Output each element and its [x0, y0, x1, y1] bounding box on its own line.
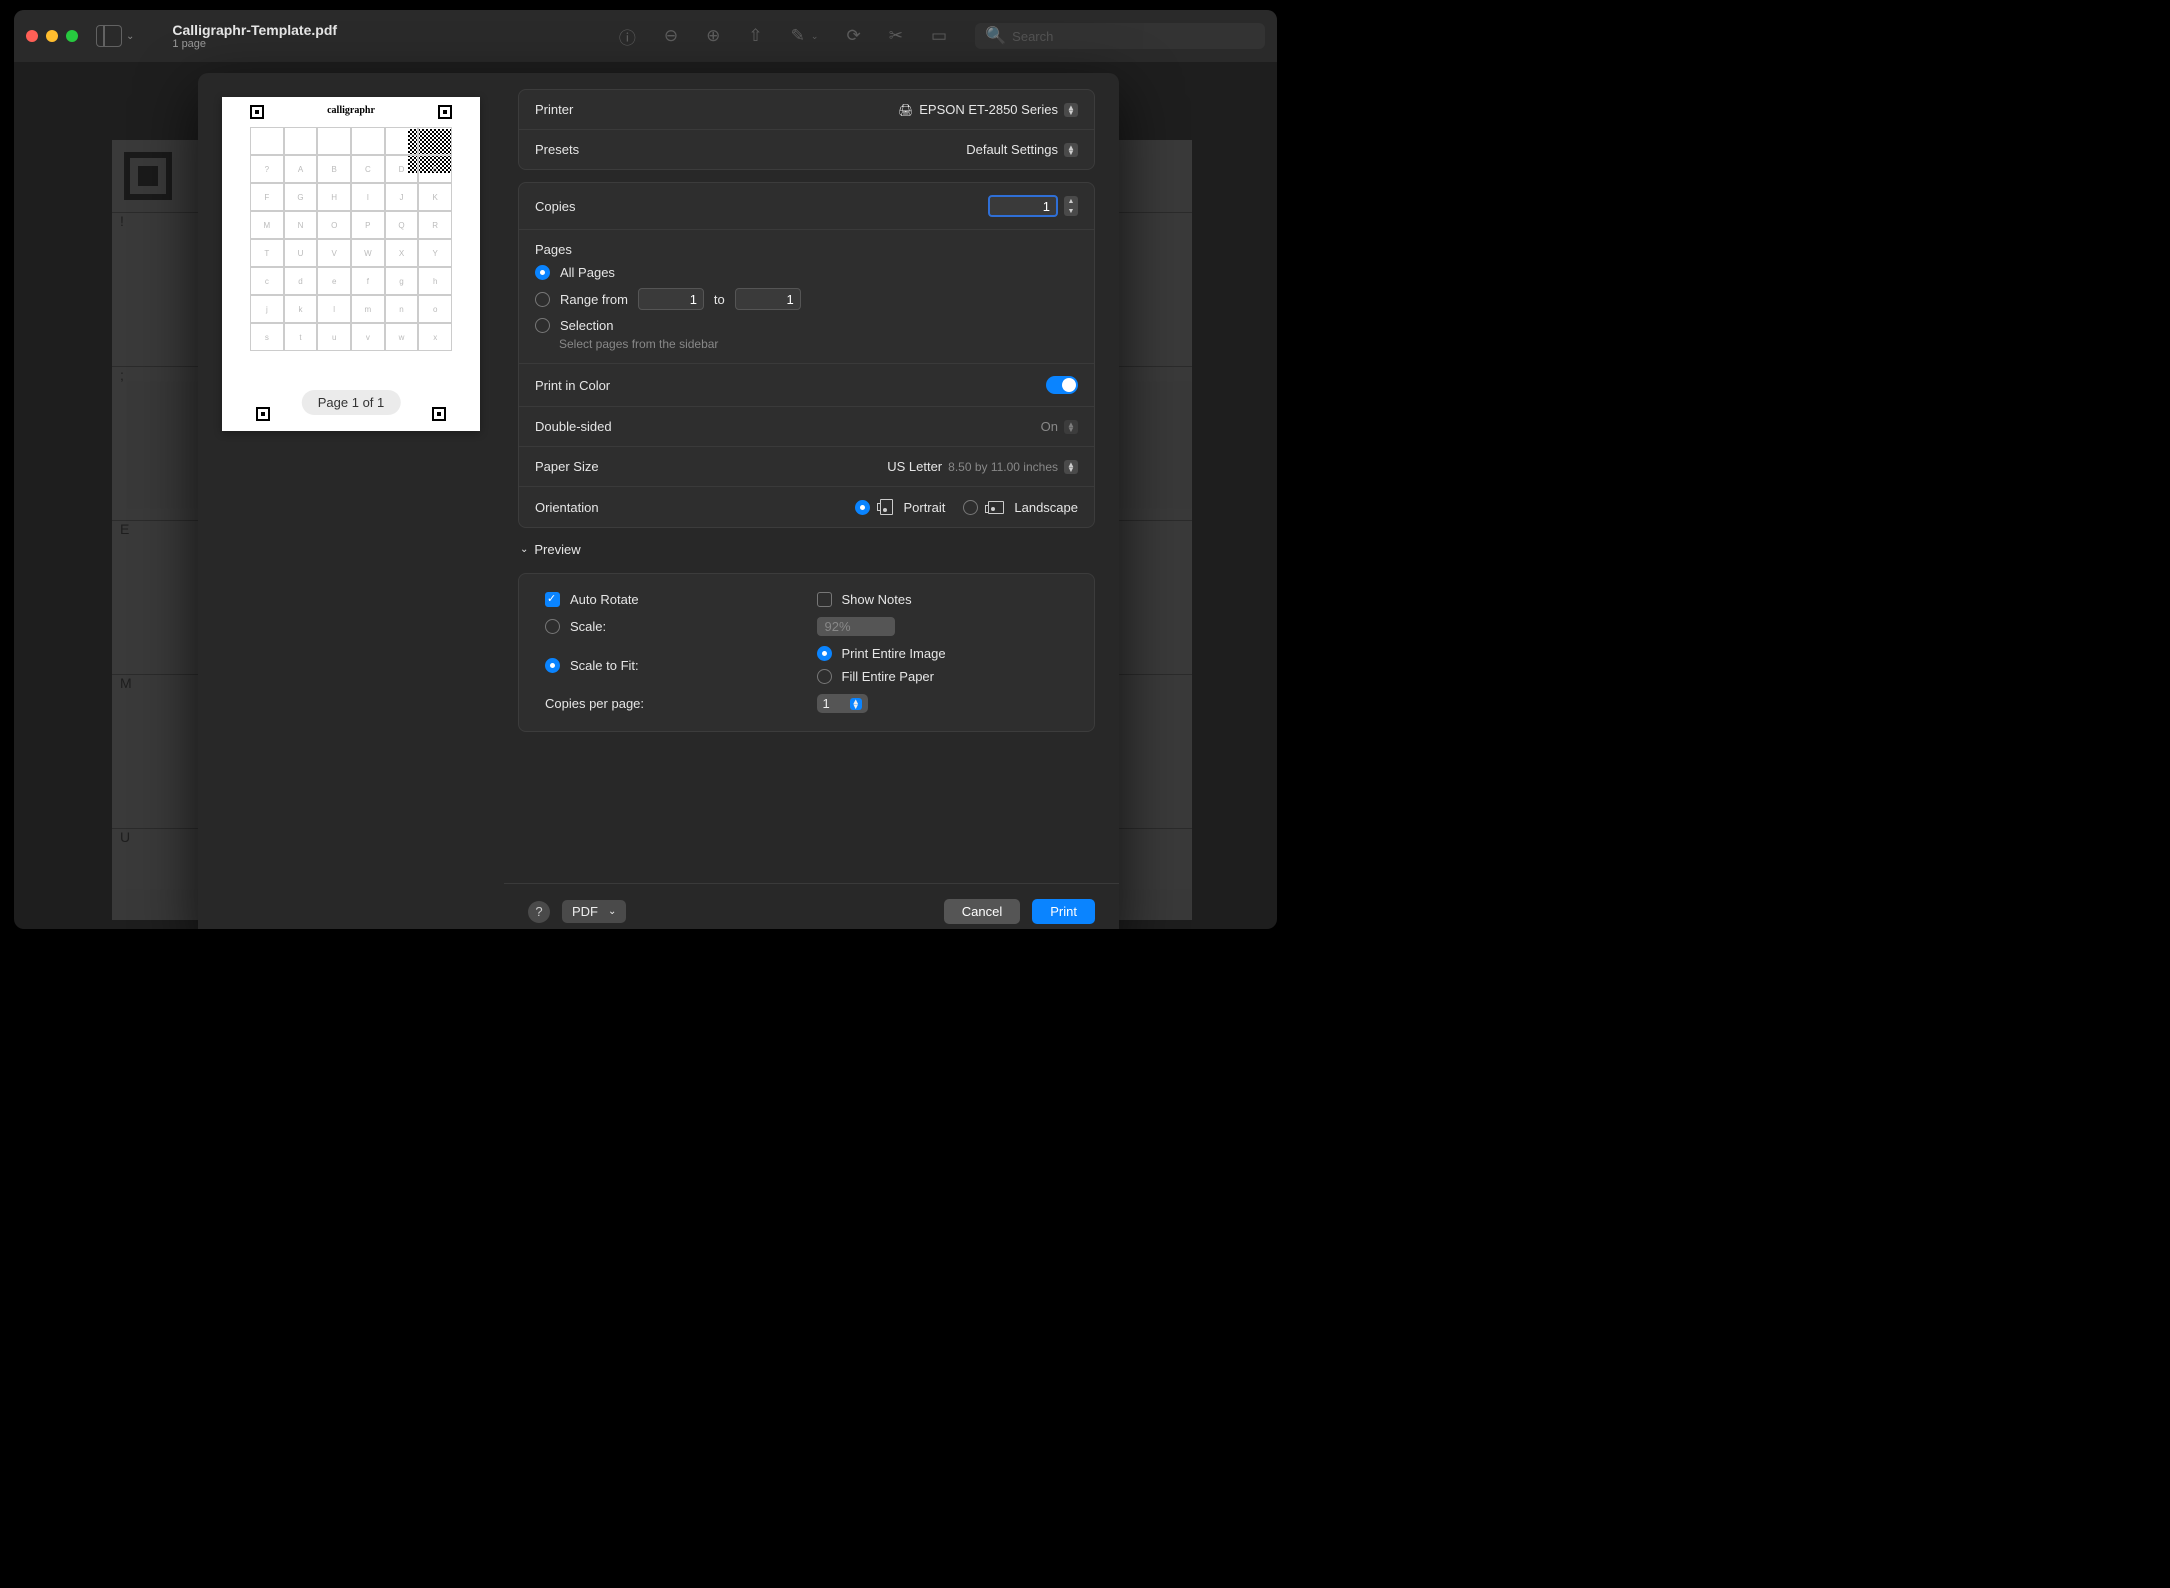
chevron-down-icon[interactable]: ⌄ [126, 31, 134, 42]
range-radio[interactable] [535, 292, 550, 307]
chevron-down-icon: ⌄ [520, 544, 528, 555]
show-notes-checkbox[interactable]: Show Notes [817, 592, 1069, 607]
form-icon[interactable]: ▭ [931, 26, 947, 46]
updown-icon: ▲▼ [1064, 460, 1078, 474]
double-sided-label: Double-sided [535, 419, 612, 434]
pdf-dropdown[interactable]: PDF⌄ [562, 900, 626, 923]
range-to-input[interactable] [735, 288, 801, 310]
preview-disclosure[interactable]: ⌄ Preview [518, 540, 1095, 561]
titlebar: ⌄ Calligraphr-Template.pdf 1 page ⓘ ⊖ ⊕ … [14, 10, 1277, 62]
printer-select[interactable]: 🖨 EPSON ET-2850 Series ▲▼ [898, 102, 1078, 117]
preview-card: Auto Rotate Show Notes Scale: 92% Scale … [518, 573, 1095, 732]
all-pages-radio[interactable]: All Pages [535, 265, 1078, 280]
scale-to-fit-radio[interactable]: Scale to Fit: [545, 646, 797, 684]
landscape-icon [988, 501, 1004, 514]
landscape-radio[interactable]: Landscape [963, 500, 1078, 515]
zoom-out-icon[interactable]: ⊖ [664, 26, 678, 46]
print-entire-image-radio[interactable]: Print Entire Image [817, 646, 1069, 661]
print-button[interactable]: Print [1032, 899, 1095, 924]
selection-hint: Select pages from the sidebar [559, 337, 1078, 351]
fullscreen-window-icon[interactable] [66, 30, 78, 42]
orientation-label: Orientation [535, 500, 599, 515]
color-label: Print in Color [535, 378, 610, 393]
window-title: Calligraphr-Template.pdf [172, 22, 337, 38]
share-icon[interactable]: ⇧ [748, 26, 762, 46]
minimize-window-icon[interactable] [46, 30, 58, 42]
fill-entire-paper-radio[interactable]: Fill Entire Paper [817, 669, 1069, 684]
range-from-input[interactable] [638, 288, 704, 310]
presets-select[interactable]: Default Settings ▲▼ [966, 142, 1078, 157]
dialog-footer: ? PDF⌄ Cancel Print [504, 883, 1119, 929]
double-sided-select[interactable]: On ▲▼ [1041, 419, 1078, 434]
zoom-in-icon[interactable]: ⊕ [706, 26, 720, 46]
close-window-icon[interactable] [26, 30, 38, 42]
printer-label: Printer [535, 102, 573, 117]
paper-size-label: Paper Size [535, 459, 599, 474]
page-thumbnail: calligraphr ?ABCDEFGHIJKMNOPQRTUVWXYcdef… [222, 97, 480, 431]
copies-label: Copies [535, 199, 575, 214]
app-window: ⌄ Calligraphr-Template.pdf 1 page ⓘ ⊖ ⊕ … [14, 10, 1277, 929]
search-icon: 🔍 [985, 26, 1006, 46]
search-input[interactable] [1012, 29, 1255, 44]
updown-icon: ▲▼ [1064, 420, 1078, 434]
window-subtitle: 1 page [172, 38, 337, 50]
search-field[interactable]: 🔍 [975, 23, 1265, 49]
cancel-button[interactable]: Cancel [944, 899, 1020, 924]
selection-radio[interactable]: Selection [535, 318, 1078, 333]
chevron-down-icon: ⌄ [608, 906, 616, 917]
pages-label: Pages [535, 242, 1078, 257]
sidebar-toggle-icon[interactable] [96, 25, 122, 47]
help-button[interactable]: ? [528, 901, 550, 923]
page-indicator: Page 1 of 1 [302, 390, 401, 415]
color-toggle[interactable] [1046, 376, 1078, 394]
traffic-lights [26, 30, 78, 42]
paper-size-select[interactable]: US Letter 8.50 by 11.00 inches ▲▼ [887, 459, 1078, 474]
auto-rotate-checkbox[interactable]: Auto Rotate [545, 592, 797, 607]
info-icon[interactable]: ⓘ [619, 24, 636, 49]
printer-presets-card: Printer 🖨 EPSON ET-2850 Series ▲▼ Preset… [518, 89, 1095, 170]
print-dialog: calligraphr ?ABCDEFGHIJKMNOPQRTUVWXYcdef… [198, 73, 1119, 929]
chevron-down-icon[interactable]: ⌄ [811, 31, 819, 42]
print-preview-pane: calligraphr ?ABCDEFGHIJKMNOPQRTUVWXYcdef… [198, 73, 504, 929]
crop-icon[interactable]: ✂ [889, 26, 903, 46]
updown-icon: ▲▼ [1064, 103, 1078, 117]
markup-icon[interactable]: ✎ [791, 26, 805, 46]
portrait-radio[interactable]: Portrait [855, 499, 945, 515]
copies-stepper[interactable]: ▲▼ [1064, 196, 1078, 216]
portrait-icon [880, 499, 893, 515]
copies-input[interactable] [988, 195, 1058, 217]
copies-per-page-select[interactable]: 1 ▲▼ [817, 694, 868, 713]
copies-per-page-label: Copies per page: [545, 694, 797, 713]
presets-label: Presets [535, 142, 579, 157]
rotate-icon[interactable]: ⟳ [846, 26, 860, 46]
printer-icon: 🖨 [898, 103, 913, 117]
print-options-card: Copies ▲▼ Pages All Pages Range from to [518, 182, 1095, 528]
updown-icon: ▲▼ [850, 698, 862, 710]
scale-radio[interactable]: Scale: [545, 617, 797, 636]
updown-icon: ▲▼ [1064, 143, 1078, 157]
scale-value[interactable]: 92% [817, 617, 895, 636]
